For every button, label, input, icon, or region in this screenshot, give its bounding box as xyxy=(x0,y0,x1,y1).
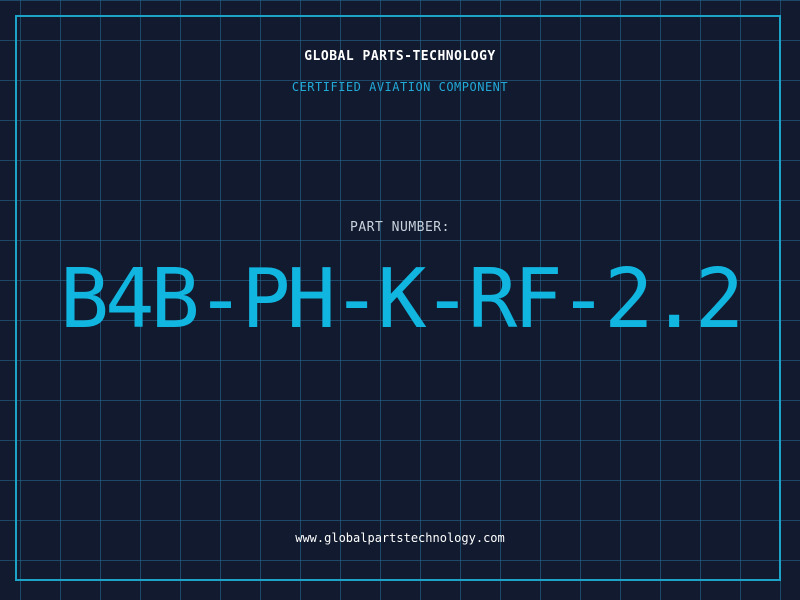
subtitle: CERTIFIED AVIATION COMPONENT xyxy=(291,80,509,94)
website-url: www.globalpartstechnology.com xyxy=(295,531,505,545)
company-name: GLOBAL PARTS-TECHNOLOGY xyxy=(304,49,496,64)
part-number: B4B-PH-K-RF-2.2 xyxy=(59,252,745,347)
part-number-label: PART NUMBER: xyxy=(350,220,450,235)
